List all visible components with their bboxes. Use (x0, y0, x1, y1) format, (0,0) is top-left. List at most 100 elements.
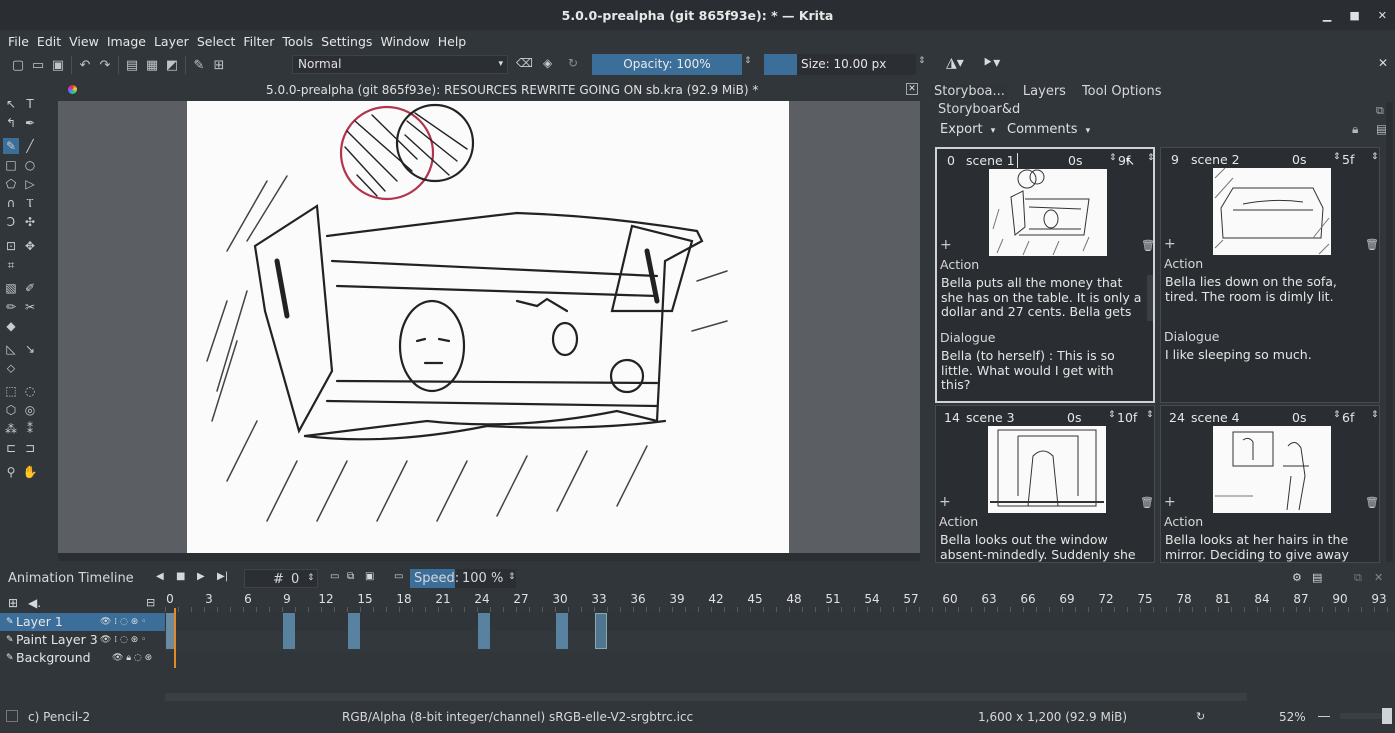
play-icon[interactable]: ▶ (197, 571, 205, 582)
spin-icon[interactable]: ⇕ (1333, 410, 1341, 420)
timeline-ruler[interactable]: 0 3 6 9 12 15 18 21 24 27 30 33 36 39 42 45 48 51 54 57 60 63… (165, 592, 1395, 608)
add-scene-icon[interactable]: + (940, 237, 952, 253)
storyboard-card-scene-4[interactable]: 24 scene 4 0s ⇕ 6f ⇕ + 🗑︎ Action Bella l… (1160, 405, 1380, 563)
delete-scene-icon[interactable]: 🗑︎ (1141, 239, 1153, 252)
spin-icon[interactable]: ⇕ (1108, 410, 1116, 420)
canvas-paper[interactable] (187, 101, 789, 553)
line-tool-icon[interactable]: ╱ (22, 138, 38, 154)
menu-layer[interactable]: Layer (150, 34, 193, 49)
status-zoom[interactable]: 52% (1279, 710, 1306, 724)
menu-file[interactable]: File (4, 34, 33, 49)
scene-name-field[interactable]: scene 4 (1191, 410, 1240, 425)
timeline-layer-row[interactable]: ✎ Background 👁︎ 🔒︎ ◌ ⊛ (0, 649, 165, 667)
dynamic-brush-icon[interactable]: Ↄ (3, 214, 19, 230)
blend-mode-select[interactable]: Normal ▾ (292, 55, 508, 74)
select-shapes-icon[interactable]: ↖ (3, 96, 19, 112)
scene-duration-seconds[interactable]: 0s (1292, 152, 1306, 167)
keyframe[interactable] (595, 613, 607, 649)
tab-tool-options[interactable]: Tool Options (1082, 84, 1162, 99)
action-text[interactable]: Bella looks out the window absent-minded… (940, 533, 1145, 562)
assistant-tool-icon[interactable]: ◺ (3, 341, 19, 357)
zoom-timeline-icon[interactable]: ⊟ (146, 596, 155, 609)
canvas-vertical-scrollbar[interactable] (920, 101, 928, 553)
mirror-horizontal-icon[interactable]: ◮▾ (946, 55, 964, 71)
dialogue-text[interactable]: Bella (to herself) : This is so little. … (941, 348, 1146, 393)
frame-number-field[interactable]: # 0 ⇕ (244, 569, 318, 588)
ellipse-select-icon[interactable]: ◌ (22, 383, 38, 399)
spin-icon[interactable]: ⇕ (1371, 410, 1379, 420)
multibrush-icon[interactable]: ✣ (22, 214, 38, 230)
delete-scene-icon[interactable]: 🗑︎ (1365, 496, 1379, 509)
action-text[interactable]: Bella lies down on the sofa, tired. The … (1165, 274, 1370, 304)
scene-duration-frames[interactable]: 5f (1342, 152, 1354, 167)
text-tool-icon[interactable]: T (22, 96, 38, 112)
ellipse-tool-icon[interactable]: ○ (22, 157, 38, 173)
audio-icon[interactable]: ▣ (365, 571, 374, 582)
dialogue-text[interactable]: I like sleeping so much. (1165, 347, 1370, 363)
scene-thumbnail[interactable] (1213, 168, 1331, 255)
magnetic-select-icon[interactable]: ⊐ (22, 440, 38, 456)
polygon-select-icon[interactable]: ⬡ (3, 402, 19, 418)
polyline-tool-icon[interactable]: ▷ (22, 176, 38, 192)
redo-icon[interactable]: ↷ (95, 55, 115, 75)
scene-name-field[interactable]: scene 1 (966, 153, 1018, 168)
maximize-icon[interactable]: ■ (1349, 9, 1359, 22)
scene-name-field[interactable]: scene 3 (966, 410, 1015, 425)
keyframe[interactable] (478, 613, 490, 649)
preserve-alpha-icon[interactable]: ◈ (543, 56, 557, 72)
keyframe[interactable] (348, 613, 360, 649)
spin-icon[interactable]: ⇕ (1109, 153, 1117, 163)
freehand-path-icon[interactable]: Ⲧ (22, 195, 38, 211)
edit-shapes-icon[interactable]: ↰ (3, 115, 19, 131)
action-scrollbar[interactable] (1147, 275, 1153, 321)
new-document-icon[interactable]: ▢ (8, 55, 28, 75)
menu-tools[interactable]: Tools (278, 34, 317, 49)
zoom-out-icon[interactable] (1318, 716, 1330, 717)
pattern-icon[interactable]: ▦ (142, 55, 162, 75)
scene-name-field[interactable]: scene 2 (1191, 152, 1240, 167)
opacity-spin-icon[interactable]: ⇕ (744, 56, 752, 66)
bezier-select-icon[interactable]: ⊏ (3, 440, 19, 456)
spin-icon[interactable]: ⇕ (1146, 410, 1154, 420)
timeline-settings-icon[interactable]: ⚙ (1292, 571, 1302, 584)
smart-patch-icon[interactable]: ✂ (22, 299, 38, 315)
freehand-brush-icon[interactable]: ✎ (3, 138, 19, 154)
action-text[interactable]: Bella puts all the money that she has on… (941, 276, 1146, 320)
scene-duration-seconds[interactable]: 0s (1068, 153, 1082, 168)
eraser-icon[interactable]: ⌫ (516, 56, 533, 72)
size-slider[interactable]: Size: 10.00 px (764, 54, 916, 75)
document-tab[interactable]: 5.0.0-prealpha (git 865f93e): RESOURCES … (60, 80, 920, 100)
drop-frames-icon[interactable]: ▭ (330, 571, 339, 582)
timeline-frames[interactable] (165, 612, 1395, 652)
gradient-icon[interactable]: ▤ (122, 55, 142, 75)
menu-filter[interactable]: Filter (239, 34, 278, 49)
add-scene-icon[interactable]: + (1164, 236, 1176, 252)
storyboard-card-scene-2[interactable]: 9 scene 2 0s ⇕ 5f ⇕ + 🗑︎ Action Bella li… (1160, 147, 1380, 403)
add-scene-icon[interactable]: + (1164, 494, 1176, 510)
reference-tool-icon[interactable]: ⬦ (3, 360, 19, 376)
mirror-vertical-icon[interactable]: ⯈▾ (982, 55, 1000, 71)
visibility-icon[interactable]: 👁︎ ⁞ ◌ ⊛ ◦ (100, 631, 146, 649)
timeline-menu-icon[interactable]: ▤ (1312, 571, 1322, 584)
storyboard-card-scene-3[interactable]: 14 scene 3 0s ⇕ 10f ⇕ + 🗑︎ Action Bella … (935, 405, 1155, 563)
transform-tool-icon[interactable]: ⊡ (3, 238, 19, 254)
brush-preset-icon[interactable]: ✎ (189, 55, 209, 75)
menu-help[interactable]: Help (434, 34, 471, 49)
playback-options-icon[interactable]: ▭ (394, 571, 403, 582)
similar-select-icon[interactable]: ⁑ (22, 421, 38, 437)
scene-thumbnail[interactable] (988, 426, 1106, 513)
measure-tool-icon[interactable]: ↘ (22, 341, 38, 357)
open-document-icon[interactable]: ▭ (28, 55, 48, 75)
size-spin-icon[interactable]: ⇕ (918, 56, 926, 66)
playhead[interactable] (174, 608, 176, 668)
menu-settings[interactable]: Settings (317, 34, 376, 49)
action-text[interactable]: Bella looks at her hairs in the mirror. … (1165, 533, 1370, 562)
layer-options-icon[interactable]: ◀. (28, 596, 41, 610)
menu-select[interactable]: Select (193, 34, 240, 49)
add-layer-icon[interactable]: ⊞ (8, 596, 18, 610)
scene-duration-seconds[interactable]: 0s (1292, 410, 1306, 425)
spin-icon[interactable]: ⇕ (1147, 153, 1153, 163)
visibility-icon[interactable]: 👁︎ ⁞ ◌ ⊛ ◦ (100, 613, 146, 631)
scene-thumbnail[interactable] (989, 169, 1107, 256)
zoom-tool-icon[interactable]: ⚲ (3, 464, 19, 480)
